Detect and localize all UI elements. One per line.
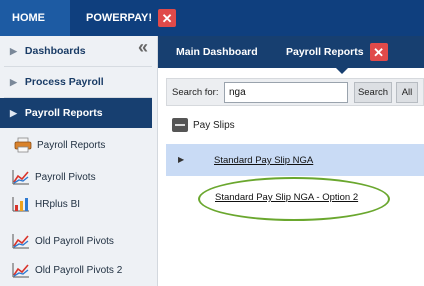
report-link[interactable]: Standard Pay Slip NGA — [214, 155, 313, 166]
sidebar-subitem-payroll-reports[interactable]: Payroll Reports — [14, 137, 105, 153]
sidebar-item-dashboards[interactable]: ▶ Dashboards — [0, 36, 152, 66]
close-icon[interactable]: ✕ — [158, 9, 177, 27]
tab-home-label: HOME — [12, 12, 45, 24]
sidebar-item-process-payroll[interactable]: ▶ Process Payroll — [0, 67, 152, 97]
tree-group-label: Pay Slips — [193, 119, 235, 131]
sidebar-item-label: Dashboards — [24, 45, 86, 57]
line-chart-icon — [12, 234, 29, 249]
close-icon[interactable]: ✕ — [369, 43, 388, 61]
sidebar-subitem-label: Old Payroll Pivots 2 — [35, 264, 123, 276]
tab-powerpay[interactable]: POWERPAY! ✕ — [70, 0, 200, 36]
sidebar-item-payroll-reports[interactable]: ▶ Payroll Reports — [0, 98, 152, 128]
sidebar-item-label: Payroll Reports — [24, 107, 103, 119]
sidebar-subitem-old-payroll-pivots[interactable]: Old Payroll Pivots — [12, 233, 114, 249]
top-bar: HOME POWERPAY! ✕ — [0, 0, 424, 36]
bar-chart-icon — [12, 197, 29, 212]
sidebar-item-label: Process Payroll — [24, 76, 104, 88]
line-chart-icon — [12, 170, 29, 185]
sidebar-subitem-label: Payroll Reports — [37, 139, 106, 151]
tab-powerpay-label: POWERPAY! — [86, 12, 153, 24]
highlight-oval — [198, 177, 390, 221]
sidebar-subitem-label: HRplus BI — [35, 198, 81, 210]
expand-arrow-icon: ▶ — [10, 76, 17, 87]
expand-arrow-icon: ▶ — [10, 45, 17, 56]
search-input[interactable] — [224, 82, 348, 103]
sidebar-subitem-hrplus-bi[interactable]: HRplus BI — [12, 196, 80, 212]
tab-label: Main Dashboard — [176, 46, 258, 58]
sidebar-subitem-label: Payroll Pivots — [35, 171, 96, 183]
collapse-icon[interactable] — [172, 118, 188, 132]
all-button[interactable]: All — [396, 82, 418, 103]
sidebar-subitem-label: Old Payroll Pivots — [35, 235, 114, 247]
expand-arrow-icon: ▶ — [10, 107, 17, 118]
search-button[interactable]: Search — [354, 82, 392, 103]
search-label: Search for: — [172, 87, 219, 98]
tab-label: Payroll Reports — [286, 46, 364, 58]
sidebar-subitem-old-payroll-pivots-2[interactable]: Old Payroll Pivots 2 — [12, 262, 122, 278]
printer-icon — [14, 137, 32, 153]
app-window: HOME POWERPAY! ✕ « ▶ Dashboards ▶ Proces… — [0, 0, 424, 286]
tree-group-pay-slips[interactable]: Pay Slips — [172, 118, 235, 132]
sidebar: « ▶ Dashboards ▶ Process Payroll ▶ Payro… — [0, 36, 158, 286]
main-tab-bar: Main Dashboard Payroll Reports ✕ — [158, 36, 424, 68]
tab-payroll-reports[interactable]: Payroll Reports ✕ — [286, 36, 388, 68]
expand-arrow-icon[interactable]: ▶ — [178, 155, 184, 164]
tab-main-dashboard[interactable]: Main Dashboard — [176, 36, 258, 68]
line-chart-icon — [12, 263, 29, 278]
search-bar: Search for: Search All — [166, 78, 424, 106]
sidebar-subitem-payroll-pivots[interactable]: Payroll Pivots — [12, 169, 96, 185]
tab-home[interactable]: HOME — [0, 0, 70, 36]
active-tab-indicator — [336, 68, 348, 74]
